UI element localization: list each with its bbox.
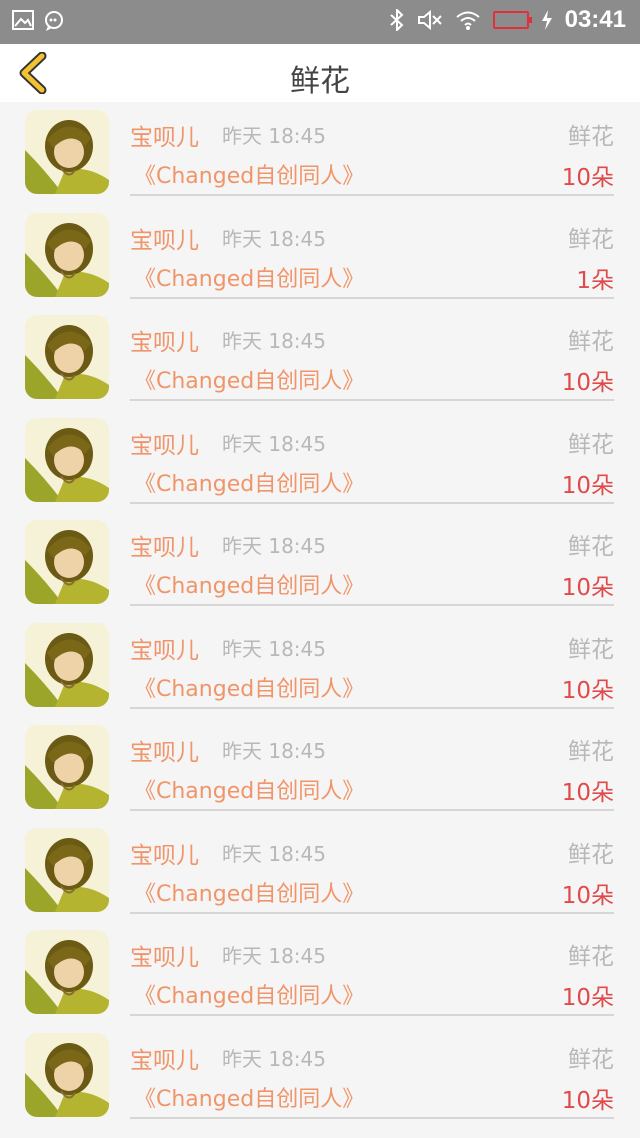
page-title: 鲜花 bbox=[290, 64, 350, 99]
user-name[interactable]: 宝呗儿 bbox=[130, 1041, 199, 1075]
item-content: 宝呗儿 昨天 18:45 鲜花 《Changed自创同人》 1朵 bbox=[130, 205, 614, 299]
work-title-link[interactable]: 《Changed自创同人》 bbox=[134, 671, 364, 703]
list-item[interactable]: 宝呗儿 昨天 18:45 鲜花 《Changed自创同人》 10朵 bbox=[0, 717, 640, 820]
work-title-link[interactable]: 《Changed自创同人》 bbox=[134, 568, 364, 600]
work-title-link[interactable]: 《Changed自创同人》 bbox=[134, 978, 364, 1010]
avatar[interactable] bbox=[25, 315, 109, 399]
gift-record-list: 宝呗儿 昨天 18:45 鲜花 《Changed自创同人》 10朵 宝呗儿 昨天… bbox=[0, 102, 640, 1127]
item-content: 宝呗儿 昨天 18:45 鲜花 《Changed自创同人》 10朵 bbox=[130, 307, 614, 401]
gift-count: 10朵 bbox=[561, 780, 614, 806]
work-title-link[interactable]: 《Changed自创同人》 bbox=[134, 261, 364, 293]
status-bar: 03:41 bbox=[0, 0, 640, 44]
avatar[interactable] bbox=[25, 110, 109, 194]
image-icon bbox=[12, 10, 34, 30]
timestamp: 昨天 18:45 bbox=[222, 841, 326, 866]
work-title-link[interactable]: 《Changed自创同人》 bbox=[134, 1081, 364, 1113]
gift-type: 鲜花 bbox=[568, 944, 614, 970]
gift-type: 鲜花 bbox=[568, 431, 614, 458]
bluetooth-icon bbox=[389, 9, 404, 31]
wifi-icon bbox=[455, 11, 480, 30]
work-title-link[interactable]: 《Changed自创同人》 bbox=[134, 773, 364, 805]
user-name[interactable]: 宝呗儿 bbox=[130, 938, 199, 972]
user-name[interactable]: 宝呗儿 bbox=[130, 733, 199, 767]
list-item[interactable]: 宝呗儿 昨天 18:45 鲜花 《Changed自创同人》 10朵 bbox=[0, 307, 640, 410]
user-name[interactable]: 宝呗儿 bbox=[130, 528, 199, 562]
gift-type: 鲜花 bbox=[568, 1046, 614, 1073]
list-item[interactable]: 宝呗儿 昨天 18:45 鲜花 《Changed自创同人》 1朵 bbox=[0, 205, 640, 308]
item-content: 宝呗儿 昨天 18:45 鲜花 《Changed自创同人》 10朵 bbox=[130, 922, 614, 1016]
gift-type: 鲜花 bbox=[568, 636, 614, 663]
list-item[interactable]: 宝呗儿 昨天 18:45 鲜花 《Changed自创同人》 10朵 bbox=[0, 820, 640, 923]
timestamp: 昨天 18:45 bbox=[222, 534, 326, 558]
gift-type: 鲜花 bbox=[568, 739, 614, 765]
gift-count: 10朵 bbox=[561, 370, 614, 396]
avatar[interactable] bbox=[25, 417, 109, 502]
work-title-link[interactable]: 《Changed自创同人》 bbox=[134, 363, 364, 395]
gift-type: 鲜花 bbox=[568, 329, 614, 355]
avatar[interactable] bbox=[25, 827, 109, 912]
clock: 03:41 bbox=[564, 6, 626, 33]
gift-count: 10朵 bbox=[561, 985, 614, 1011]
gift-count: 10朵 bbox=[561, 165, 614, 191]
user-name[interactable]: 宝呗儿 bbox=[130, 323, 199, 357]
user-name[interactable]: 宝呗儿 bbox=[130, 836, 199, 870]
avatar[interactable] bbox=[25, 725, 109, 809]
gift-count: 10朵 bbox=[561, 472, 614, 499]
gift-type: 鲜花 bbox=[568, 534, 614, 560]
item-content: 宝呗儿 昨天 18:45 鲜花 《Changed自创同人》 10朵 bbox=[130, 1025, 614, 1119]
avatar[interactable] bbox=[25, 1032, 109, 1117]
work-title-link[interactable]: 《Changed自创同人》 bbox=[134, 158, 364, 190]
gift-type: 鲜花 bbox=[568, 841, 614, 868]
timestamp: 昨天 18:45 bbox=[222, 636, 326, 661]
mute-icon bbox=[417, 9, 442, 31]
avatar[interactable] bbox=[25, 520, 109, 604]
gift-type: 鲜花 bbox=[568, 226, 614, 253]
timestamp: 昨天 18:45 bbox=[222, 1046, 326, 1071]
avatar[interactable] bbox=[25, 930, 109, 1014]
item-content: 宝呗儿 昨天 18:45 鲜花 《Changed自创同人》 10朵 bbox=[130, 512, 614, 606]
list-item[interactable]: 宝呗儿 昨天 18:45 鲜花 《Changed自创同人》 10朵 bbox=[0, 102, 640, 205]
list-item[interactable]: 宝呗儿 昨天 18:45 鲜花 《Changed自创同人》 10朵 bbox=[0, 512, 640, 615]
battery-icon bbox=[492, 11, 532, 29]
timestamp: 昨天 18:45 bbox=[222, 431, 326, 456]
list-item[interactable]: 宝呗儿 昨天 18:45 鲜花 《Changed自创同人》 10朵 bbox=[0, 615, 640, 718]
item-content: 宝呗儿 昨天 18:45 鲜花 《Changed自创同人》 10朵 bbox=[130, 615, 614, 709]
timestamp: 昨天 18:45 bbox=[222, 226, 326, 251]
work-title-link[interactable]: 《Changed自创同人》 bbox=[134, 466, 364, 498]
item-content: 宝呗儿 昨天 18:45 鲜花 《Changed自创同人》 10朵 bbox=[130, 717, 614, 811]
timestamp: 昨天 18:45 bbox=[222, 329, 326, 353]
chat-icon bbox=[45, 11, 63, 31]
gift-count: 1朵 bbox=[576, 267, 614, 294]
avatar[interactable] bbox=[25, 212, 109, 297]
timestamp: 昨天 18:45 bbox=[222, 124, 326, 148]
app-header: 鲜花 bbox=[0, 44, 640, 102]
user-name[interactable]: 宝呗儿 bbox=[130, 426, 199, 460]
work-title-link[interactable]: 《Changed自创同人》 bbox=[134, 876, 364, 908]
list-item[interactable]: 宝呗儿 昨天 18:45 鲜花 《Changed自创同人》 10朵 bbox=[0, 922, 640, 1025]
timestamp: 昨天 18:45 bbox=[222, 739, 326, 763]
gift-count: 10朵 bbox=[561, 677, 614, 704]
item-content: 宝呗儿 昨天 18:45 鲜花 《Changed自创同人》 10朵 bbox=[130, 410, 614, 504]
gift-type: 鲜花 bbox=[568, 124, 614, 150]
gift-count: 10朵 bbox=[561, 882, 614, 909]
user-name[interactable]: 宝呗儿 bbox=[130, 118, 199, 152]
user-name[interactable]: 宝呗儿 bbox=[130, 631, 199, 665]
gift-count: 10朵 bbox=[561, 575, 614, 601]
user-name[interactable]: 宝呗儿 bbox=[130, 221, 199, 255]
charging-icon bbox=[541, 10, 552, 30]
gift-count: 10朵 bbox=[561, 1087, 614, 1114]
list-item[interactable]: 宝呗儿 昨天 18:45 鲜花 《Changed自创同人》 10朵 bbox=[0, 410, 640, 513]
list-item[interactable]: 宝呗儿 昨天 18:45 鲜花 《Changed自创同人》 10朵 bbox=[0, 1025, 640, 1128]
timestamp: 昨天 18:45 bbox=[222, 944, 326, 968]
avatar[interactable] bbox=[25, 622, 109, 707]
item-content: 宝呗儿 昨天 18:45 鲜花 《Changed自创同人》 10朵 bbox=[130, 820, 614, 914]
item-content: 宝呗儿 昨天 18:45 鲜花 《Changed自创同人》 10朵 bbox=[130, 102, 614, 196]
